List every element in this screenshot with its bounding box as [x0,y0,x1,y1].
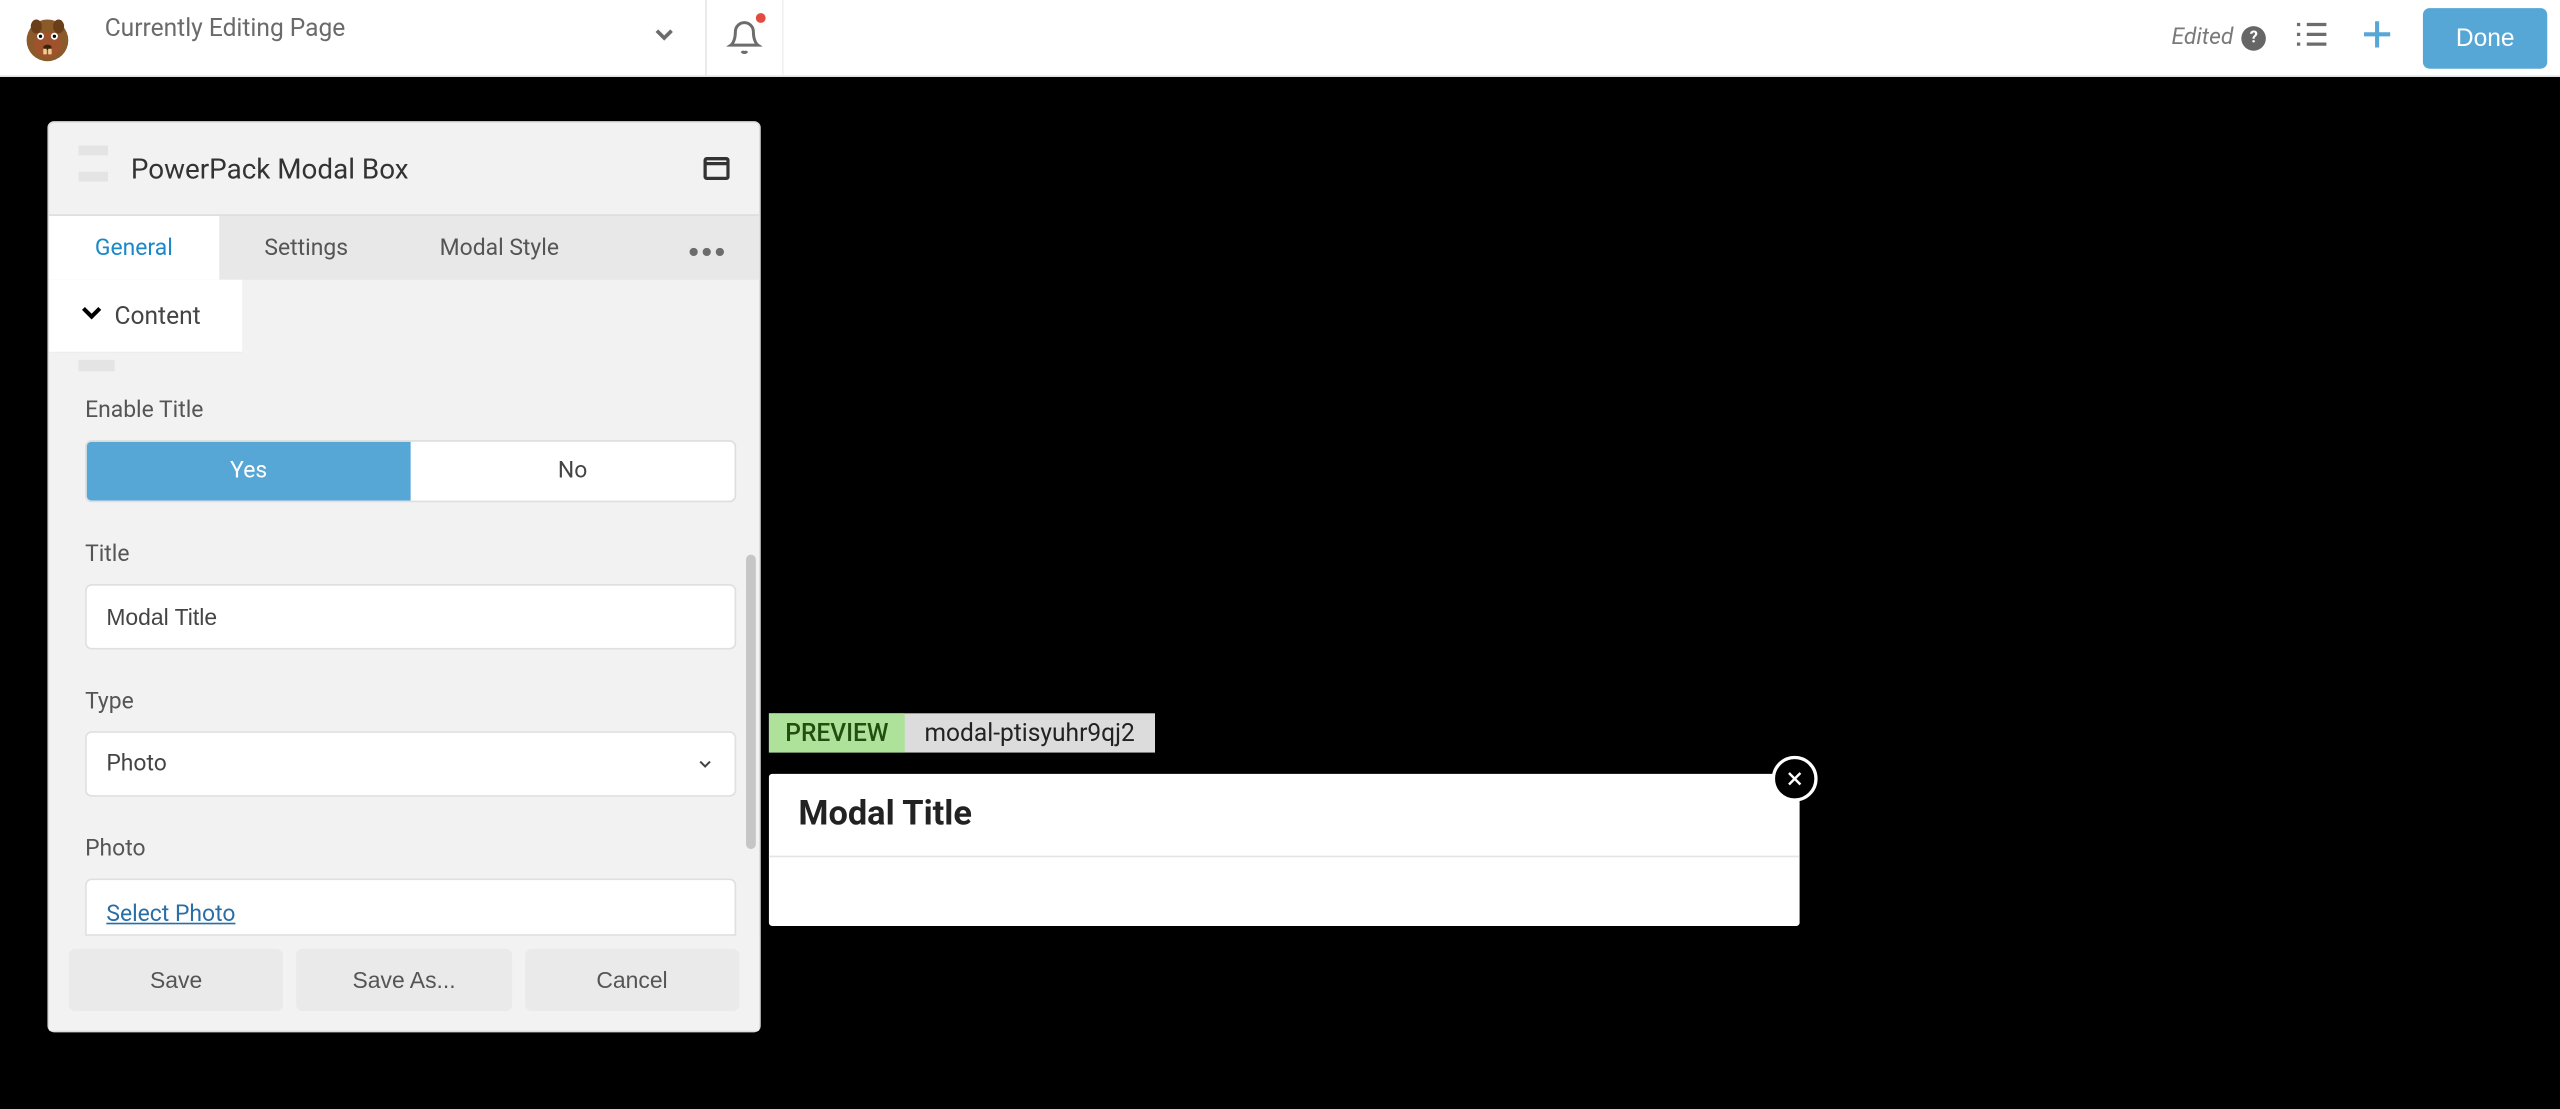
drag-handle-icon[interactable] [79,146,115,195]
page-title: Currently Editing Page [105,10,650,43]
tab-settings[interactable]: Settings [219,216,394,280]
preview-badge: PREVIEW [769,713,905,752]
tab-more-button[interactable] [654,232,759,263]
field-label-photo: Photo [85,836,733,862]
modal-preview: Modal Title [769,774,1800,926]
type-select[interactable]: Photo [85,731,736,796]
close-icon [1785,769,1805,789]
type-select-value: Photo [106,751,166,777]
chevron-down-icon [695,754,715,774]
toggle-option-no[interactable]: No [411,442,735,501]
select-photo-link[interactable]: Select Photo [106,901,235,927]
drag-handle-icon [79,360,115,371]
notification-dot-icon [756,13,766,23]
section-toggle-content[interactable]: Content [49,280,242,354]
section-title: Content [115,301,201,330]
preview-tag: PREVIEW modal-ptisyuhr9qj2 [769,713,1155,752]
panel-title: PowerPack Modal Box [131,154,704,187]
outline-button[interactable] [2292,15,2331,61]
modal-title: Modal Title [798,795,1770,834]
settings-panel: PowerPack Modal Box General Settings Mod… [47,121,760,1032]
bell-icon [726,20,762,56]
title-input[interactable] [85,584,736,649]
preview-id: modal-ptisyuhr9qj2 [905,713,1155,752]
modal-body [769,857,1800,926]
tab-general[interactable]: General [49,216,219,280]
save-button[interactable]: Save [69,949,284,1011]
chevron-down-icon [75,296,114,335]
edited-status: Edited ? [2171,25,2266,51]
notifications-button[interactable] [707,0,784,75]
page-switcher[interactable]: Currently Editing Page [0,0,707,75]
tab-modal-style[interactable]: Modal Style [394,216,605,280]
toggle-option-yes[interactable]: Yes [87,442,411,501]
field-label-enable-title: Enable Title [85,398,733,424]
field-label-title: Title [85,542,733,568]
cancel-button[interactable]: Cancel [525,949,740,1011]
help-icon[interactable]: ? [2242,25,2267,50]
modal-close-button[interactable] [1772,756,1818,802]
scrollbar-thumb[interactable] [746,555,756,849]
tabs: General Settings Modal Style [49,214,759,279]
top-bar: Currently Editing Page Edited ? [0,0,2560,77]
beaver-logo-icon [20,10,76,66]
add-button[interactable] [2358,15,2397,61]
chevron-down-icon [649,17,685,58]
save-as-button[interactable]: Save As... [297,949,512,1011]
toggle-enable-title: Yes No [85,440,736,502]
responsive-toggle-button[interactable] [703,155,729,186]
done-button[interactable]: Done [2423,7,2547,68]
field-label-type: Type [85,689,733,715]
